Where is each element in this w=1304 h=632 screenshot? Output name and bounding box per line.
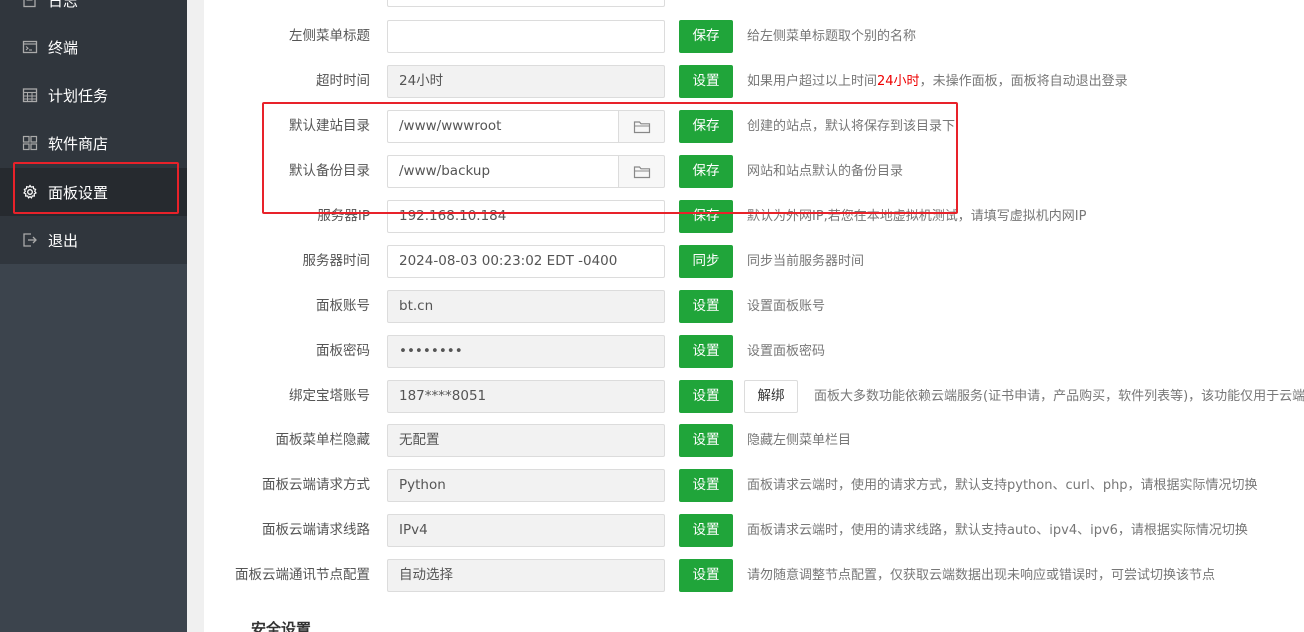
setting-row-request-method: 面板云端请求方式 Python 设置 面板请求云端时，使用的请求方式，默认支持p… xyxy=(204,469,1304,502)
setting-label: 左侧菜单标题 xyxy=(289,28,370,44)
request-method-input: Python xyxy=(387,469,665,502)
grid-icon xyxy=(22,135,38,151)
setting-row-account: 面板账号 bt.cn 设置 设置面板账号 xyxy=(204,290,1304,323)
sidebar-item-label: 软件商店 xyxy=(48,134,109,153)
menu-title-input[interactable] xyxy=(387,20,665,53)
sidebar-item-log[interactable]: 日志 xyxy=(0,0,187,24)
set-button[interactable]: 设置 xyxy=(679,559,733,592)
setting-label: 超时时间 xyxy=(316,73,370,89)
logout-icon xyxy=(22,232,38,248)
setting-hint: 给左侧菜单标题取个别的名称 xyxy=(747,29,917,44)
set-button[interactable]: 设置 xyxy=(679,469,733,502)
sidebar-item-label: 日志 xyxy=(48,0,79,10)
setting-row-node-config: 面板云端通讯节点配置 自动选择 设置 请勿随意调整节点配置，仅获取云端数据出现未… xyxy=(204,559,1304,592)
log-icon xyxy=(22,0,38,8)
setting-row-bind-account: 绑定宝塔账号 187****8051 设置 解绑 面板大多数功能依赖云端服务(证… xyxy=(204,380,1304,413)
setting-hint: 面板请求云端时，使用的请求方式，默认支持python、curl、php，请根据实… xyxy=(747,478,1258,493)
node-config-input: 自动选择 xyxy=(387,559,665,592)
sidebar-item-terminal[interactable]: 终端 xyxy=(0,23,187,71)
password-input: •••••••• xyxy=(387,335,665,368)
request-route-input: IPv4 xyxy=(387,514,665,547)
account-input: bt.cn xyxy=(387,290,665,323)
setting-row-menu-title: 左侧菜单标题 保存 给左侧菜单标题取个别的名称 xyxy=(204,20,1304,53)
setting-hint: 请勿随意调整节点配置，仅获取云端数据出现未响应或错误时，可尝试切换该节点 xyxy=(747,568,1216,583)
set-button[interactable]: 设置 xyxy=(679,514,733,547)
setting-label: 绑定宝塔账号 xyxy=(289,388,370,404)
server-time-input[interactable]: 2024-08-03 00:23:02 EDT -0400 xyxy=(387,245,665,278)
setting-label: 面板云端请求方式 xyxy=(262,477,370,493)
sidebar: 日志 终端 计划任务 软件商店 面板设置 退出 xyxy=(0,0,187,632)
highlight-annotation xyxy=(262,102,958,214)
setting-row-request-route: 面板云端请求线路 IPv4 设置 面板请求云端时，使用的请求线路，默认支持aut… xyxy=(204,514,1304,547)
setting-label: 服务器时间 xyxy=(302,253,371,269)
sidebar-item-label: 终端 xyxy=(48,38,79,57)
setting-hint: 面板大多数功能依赖云端服务(证书申请，产品购买，软件列表等)，该功能仅用于云端服 xyxy=(814,389,1304,404)
terminal-icon xyxy=(22,39,38,55)
sidebar-item-cron[interactable]: 计划任务 xyxy=(0,71,187,119)
setting-label: 面板账号 xyxy=(316,298,370,314)
setting-hint: 面板请求云端时，使用的请求线路，默认支持auto、ipv4、ipv6，请根据实际… xyxy=(747,523,1248,538)
set-button[interactable]: 设置 xyxy=(679,380,733,413)
sidebar-item-store[interactable]: 软件商店 xyxy=(0,119,187,167)
section-title-security: 安全设置 xyxy=(251,620,312,632)
bind-account-input: 187****8051 xyxy=(387,380,665,413)
settings-panel: 左侧菜单标题 保存 给左侧菜单标题取个别的名称 超时时间 24小时 设置 如果用… xyxy=(204,0,1304,632)
setting-row-server-time: 服务器时间 2024-08-03 00:23:02 EDT -0400 同步 同… xyxy=(204,245,1304,278)
sidebar-item-logout[interactable]: 退出 xyxy=(0,216,187,264)
setting-row-timeout: 超时时间 24小时 设置 如果用户超过以上时间24小时，未操作面板，面板将自动退… xyxy=(204,65,1304,98)
sidebar-item-label: 计划任务 xyxy=(48,86,109,105)
set-button[interactable]: 设置 xyxy=(679,335,733,368)
setting-row-menu-hide: 面板菜单栏隐藏 无配置 设置 隐藏左侧菜单栏目 xyxy=(204,424,1304,457)
setting-hint: 同步当前服务器时间 xyxy=(747,254,865,269)
unbind-button[interactable]: 解绑 xyxy=(744,380,798,413)
setting-hint: 设置面板密码 xyxy=(747,344,826,359)
set-button[interactable]: 设置 xyxy=(679,424,733,457)
calendar-icon xyxy=(22,87,38,103)
save-button[interactable]: 保存 xyxy=(679,20,733,53)
setting-hint: 隐藏左侧菜单栏目 xyxy=(747,433,852,448)
sidebar-item-label: 退出 xyxy=(48,231,79,250)
setting-hint: 如果用户超过以上时间24小时，未操作面板，面板将自动退出登录 xyxy=(747,74,1128,89)
setting-hint: 设置面板账号 xyxy=(747,299,826,314)
setting-row-password: 面板密码 •••••••• 设置 设置面板密码 xyxy=(204,335,1304,368)
sync-button[interactable]: 同步 xyxy=(679,245,733,278)
setting-label: 面板云端请求线路 xyxy=(262,522,370,538)
set-button[interactable]: 设置 xyxy=(679,290,733,323)
main-content: 左侧菜单标题 保存 给左侧菜单标题取个别的名称 超时时间 24小时 设置 如果用… xyxy=(187,0,1304,632)
setting-label: 面板密码 xyxy=(316,343,370,359)
menu-hide-input: 无配置 xyxy=(387,424,665,457)
highlight-annotation xyxy=(13,162,179,214)
timeout-input: 24小时 xyxy=(387,65,665,98)
setting-label: 面板云端通讯节点配置 xyxy=(235,567,370,583)
setting-label: 面板菜单栏隐藏 xyxy=(275,432,371,448)
partial-input[interactable] xyxy=(387,0,665,7)
set-button[interactable]: 设置 xyxy=(679,65,733,98)
sidebar-menu: 日志 终端 计划任务 软件商店 面板设置 退出 xyxy=(0,0,187,264)
